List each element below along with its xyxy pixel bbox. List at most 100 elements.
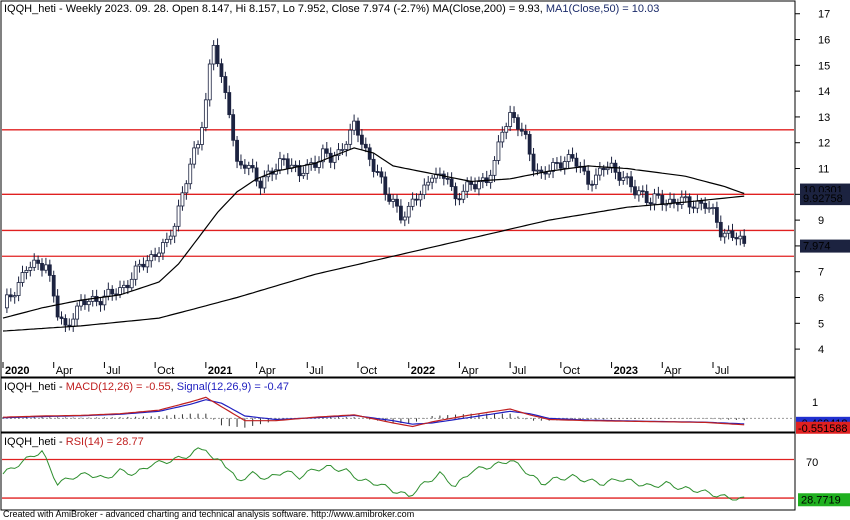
candle-body <box>200 127 204 145</box>
candle-body <box>473 184 477 190</box>
candle-body <box>730 230 735 238</box>
macd-line <box>2 396 745 428</box>
y-tick-label: 14 <box>818 86 830 98</box>
candle-body <box>539 169 544 173</box>
candle-body <box>196 144 200 149</box>
candle-body <box>691 206 696 209</box>
candle-body <box>118 287 122 295</box>
candle-body <box>145 260 150 268</box>
candle-body <box>477 181 481 190</box>
candle-body <box>44 264 48 271</box>
y-tick-label: 4 <box>818 344 824 356</box>
candle-body <box>203 99 208 128</box>
candle-body <box>164 238 169 243</box>
candle-body <box>301 172 306 177</box>
candle-body <box>176 205 181 227</box>
price-layer <box>2 38 747 332</box>
x-tick-label: Apr <box>259 365 276 377</box>
candle-body <box>512 112 516 119</box>
candle-body <box>12 295 17 298</box>
rsi-layer <box>2 447 794 501</box>
y-tick-label: 16 <box>818 35 830 47</box>
candle-body <box>227 92 232 116</box>
candle-body <box>500 131 505 143</box>
candle-body <box>449 178 454 187</box>
candle-body <box>590 183 594 186</box>
candle-body <box>707 207 711 210</box>
candle-body <box>16 282 21 296</box>
candle-body <box>391 198 396 202</box>
x-tick-label: Apr <box>461 365 478 377</box>
candle-body <box>399 205 403 221</box>
y-tick-label: 11 <box>818 164 829 176</box>
candle-body <box>633 186 637 196</box>
candle-body <box>605 167 610 171</box>
candle-body <box>711 207 715 209</box>
footer-credit: Created with AmiBroker - advanced charti… <box>3 509 414 519</box>
candle-body <box>161 242 165 254</box>
y-tick-label: 9 <box>818 215 824 227</box>
x-tick-label: Apr <box>664 365 681 377</box>
candle-body <box>523 130 528 135</box>
candle-body <box>59 316 64 319</box>
candle-body <box>519 128 524 132</box>
candle-body <box>418 194 423 201</box>
candle-body <box>180 192 185 207</box>
candle-body <box>492 160 497 176</box>
x-tick-label: Apr <box>56 365 73 377</box>
stock-chart: 45678910111213141516172020AprJulOct2021A… <box>0 0 850 519</box>
candle-body <box>586 170 591 185</box>
candle-body <box>344 143 349 150</box>
candle-body <box>574 157 579 167</box>
candle-body <box>192 147 197 165</box>
candle-body <box>55 295 60 318</box>
candle-body <box>453 186 458 200</box>
candle-body <box>133 265 138 280</box>
candle-body <box>235 139 239 162</box>
candle-body <box>172 225 177 237</box>
candle-body <box>242 164 247 169</box>
macd-layer <box>2 396 794 428</box>
rsi-header: IQQH_heti - RSI(14) = 28.77 <box>4 436 144 448</box>
y-tick-label: 12 <box>818 138 830 150</box>
candle-body <box>601 167 606 171</box>
candle-body <box>363 143 368 149</box>
candle-body <box>157 252 161 257</box>
candle-body <box>656 193 661 196</box>
price-badge-text: 9.92758 <box>803 193 843 205</box>
candle-body <box>703 202 708 209</box>
candle-body <box>597 167 602 176</box>
candle-body <box>426 181 431 186</box>
candle-body <box>531 153 536 172</box>
candle-body <box>184 183 189 194</box>
candle-body <box>430 177 435 183</box>
candle-body <box>629 176 633 188</box>
candle-body <box>699 200 704 204</box>
candle-body <box>683 196 688 199</box>
candle-body <box>648 202 653 205</box>
candle-body <box>660 194 665 205</box>
candle-body <box>137 263 142 267</box>
candle-body <box>79 300 83 307</box>
rsi-line <box>2 447 745 501</box>
candle-body <box>231 114 236 141</box>
candle-body <box>32 259 37 268</box>
ma200-line <box>2 195 745 332</box>
candle-body <box>414 198 419 201</box>
candle-body <box>644 191 649 203</box>
candle-body <box>40 262 44 271</box>
candle-body <box>461 190 466 200</box>
candle-body <box>63 318 68 326</box>
candle-body <box>110 288 115 295</box>
y-tick-label: 6 <box>818 293 824 305</box>
candle-body <box>352 120 356 131</box>
candle-body <box>527 134 532 155</box>
candle-body <box>379 171 384 178</box>
candle-body <box>570 154 575 159</box>
candle-body <box>258 180 263 189</box>
y-tick-label: 13 <box>818 112 830 124</box>
candle-body <box>410 198 415 207</box>
candle-body <box>469 181 474 185</box>
candle-body <box>516 117 520 130</box>
y-tick-label: 15 <box>818 60 830 72</box>
